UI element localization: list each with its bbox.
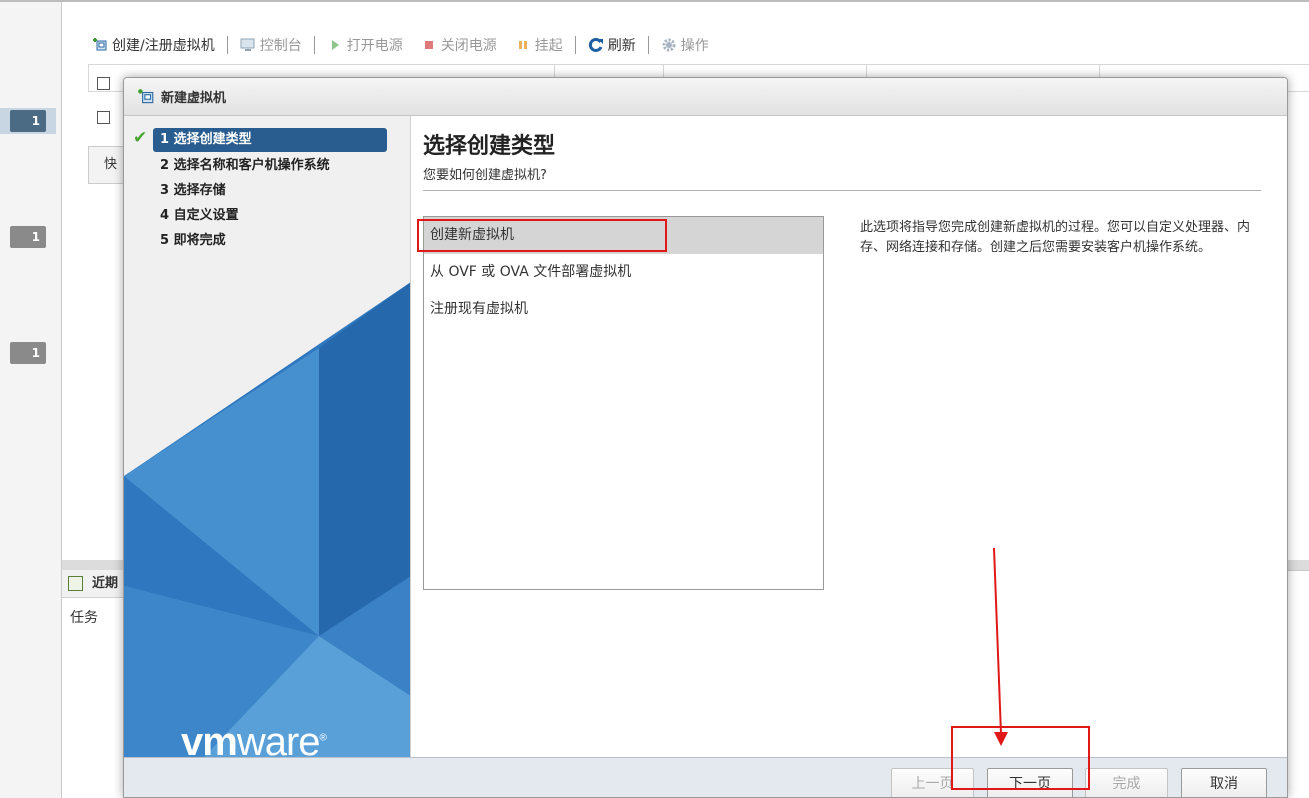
task-column-header: 任务 [70,610,98,626]
power-off-button[interactable]: 关闭电源 [421,35,497,55]
create-register-label: 创建/注册虚拟机 [112,38,215,54]
toolbar-separator [647,36,649,54]
wizard-step-list: 1 选择创建类型 2 选择名称和客户机操作系统 3 选择存储 4 自定义设置 5… [124,128,410,253]
console-button[interactable]: 控制台 [240,35,302,55]
step-label: 3 选择存储 [160,183,226,198]
new-vm-icon [138,88,154,103]
power-on-label: 打开电源 [346,38,403,54]
stop-icon [424,41,433,49]
option-deploy-from-ovf-ova[interactable]: 从 OVF 或 OVA 文件部署虚拟机 [424,254,823,291]
actions-button[interactable]: 操作 [661,35,709,55]
row-checkbox[interactable] [97,111,110,124]
annotation-box [951,726,1090,790]
toolbar-separator [574,36,576,54]
count-badge: 1 [10,226,46,248]
step-label: 2 选择名称和客户机操作系统 [160,158,330,173]
create-register-vm-button[interactable]: 创建/注册虚拟机 [92,35,215,55]
count-badge: 1 [10,110,46,132]
toolbar-separator [226,36,228,54]
power-off-label: 关闭电源 [440,38,497,54]
divider [423,190,1261,191]
finish-button[interactable]: 完成 [1085,768,1168,797]
suspend-button[interactable]: 挂起 [515,35,563,55]
page-title: 选择创建类型 [423,134,556,159]
dialog-title: 新建虚拟机 [161,91,227,106]
new-vm-icon [93,38,107,51]
refresh-icon [588,38,603,52]
new-vm-wizard-dialog: 新建虚拟机 1 选择创建类型 2 选择名称和客户机操作系统 3 选择存储 4 自… [123,77,1288,798]
wizard-footer: 上一页 下一页 完成 取消 [124,757,1287,797]
wizard-steps-panel: 1 选择创建类型 2 选择名称和客户机操作系统 3 选择存储 4 自定义设置 5… [124,116,411,757]
count-badge: 1 [10,342,46,364]
option-register-existing-vm[interactable]: 注册现有虚拟机 [424,291,823,328]
suspend-label: 挂起 [534,38,563,54]
divider [0,0,62,2]
vm-toolbar: 创建/注册虚拟机 控制台 打开电源 关闭电源 挂起 刷新 操作 [92,34,709,56]
console-icon [240,38,255,51]
vmware-logo: vmware® [181,720,327,757]
option-description: 此选项将指导您完成创建新虚拟机的过程。您可以自定义处理器、内存、网络连接和存储。… [860,220,1251,255]
wizard-step-1[interactable]: 1 选择创建类型 [153,128,387,152]
play-icon [331,40,339,50]
wizard-content: 选择创建类型 您要如何创建虚拟机? 创建新虚拟机 从 OVF 或 OVA 文件部… [411,116,1287,757]
step-label: 4 自定义设置 [160,208,239,223]
checkmark-icon: ✔ [133,128,148,148]
power-on-button[interactable]: 打开电源 [327,35,403,55]
actions-label: 操作 [680,38,709,54]
quick-filter-button[interactable]: 快 [88,146,128,184]
wizard-step-3[interactable]: 3 选择存储 [124,178,410,203]
select-all-checkbox[interactable] [97,77,110,90]
step-label: 5 即将完成 [160,233,226,248]
gear-icon [662,38,676,52]
console-label: 控制台 [259,38,302,54]
cancel-button[interactable]: 取消 [1181,768,1267,797]
wizard-step-2[interactable]: 2 选择名称和客户机操作系统 [124,153,410,178]
wizard-step-5[interactable]: 5 即将完成 [124,228,410,253]
step-label: 1 选择创建类型 [160,132,252,147]
tasks-icon [68,576,83,591]
pause-icon [518,41,527,49]
creation-type-list: 创建新虚拟机 从 OVF 或 OVA 文件部署虚拟机 注册现有虚拟机 [423,216,824,590]
dialog-titlebar: 新建虚拟机 [124,78,1287,116]
annotation-arrow [993,547,1008,746]
page-subtitle: 您要如何创建虚拟机? [423,168,547,183]
refresh-button[interactable]: 刷新 [588,35,636,55]
wizard-step-4[interactable]: 4 自定义设置 [124,203,410,228]
annotation-box [417,219,667,252]
toolbar-separator [313,36,315,54]
refresh-label: 刷新 [607,38,636,54]
